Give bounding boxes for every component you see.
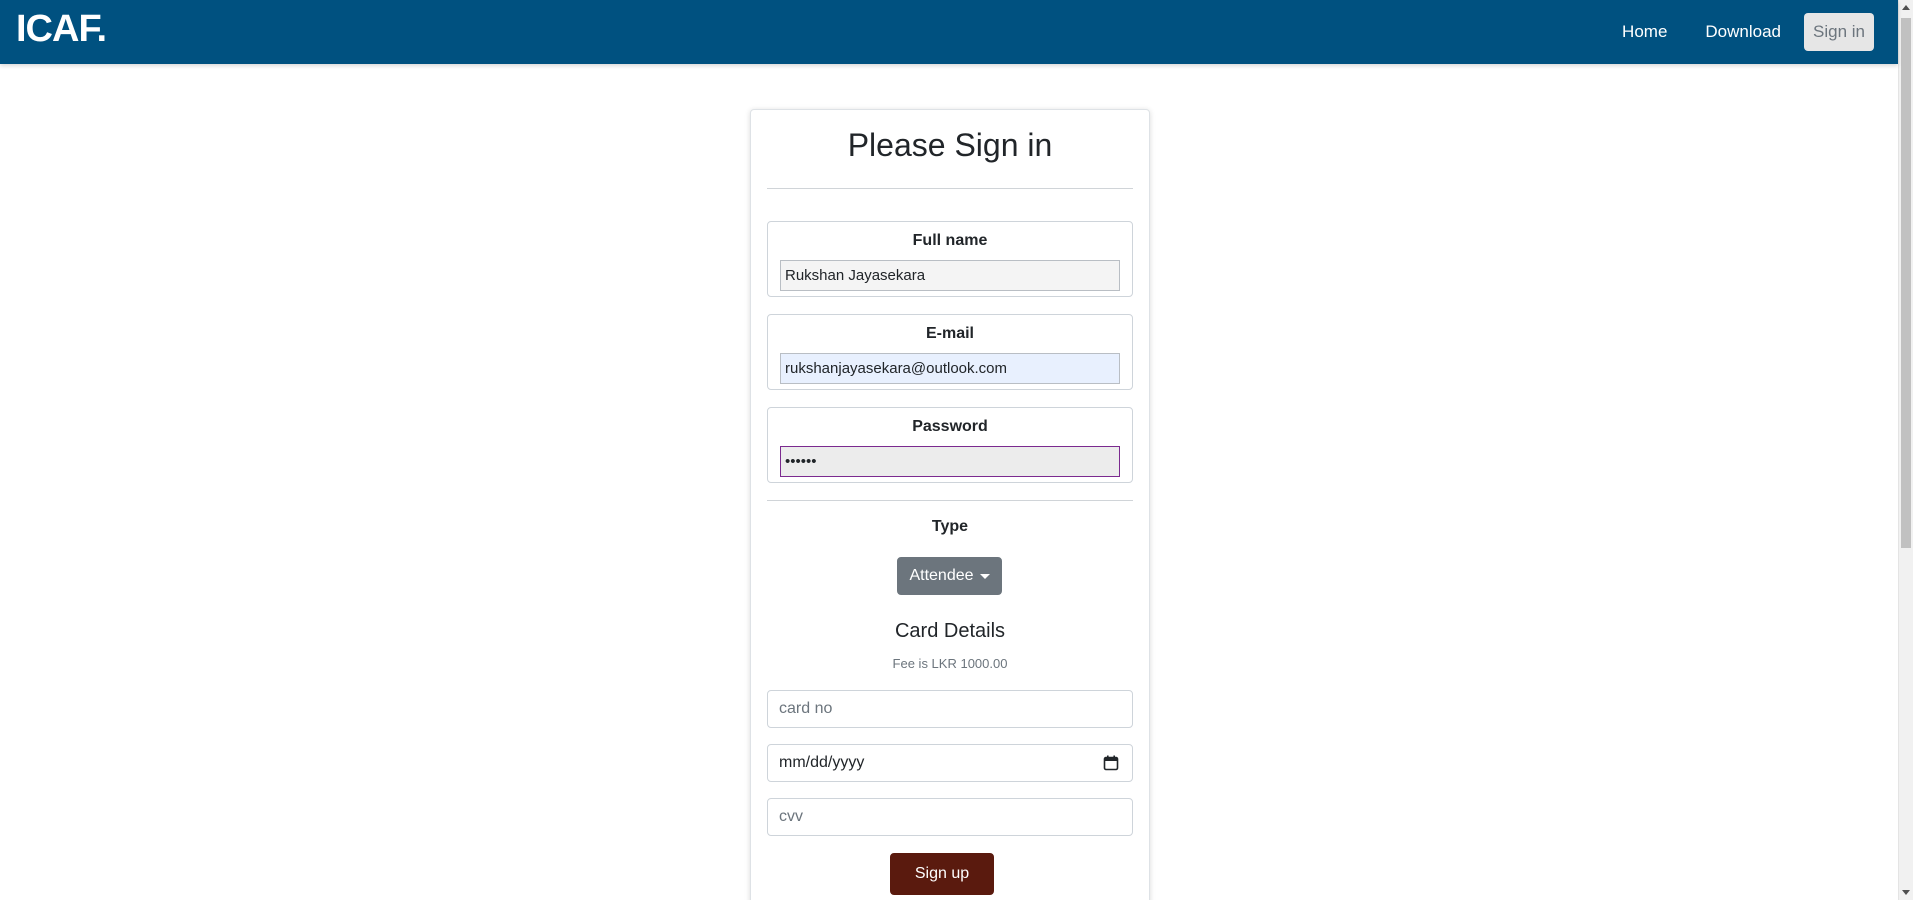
type-dropdown-button[interactable]: Attendee [897,557,1002,595]
full-name-label: Full name [912,232,988,249]
vertical-scrollbar[interactable] [1898,0,1913,900]
page-title: Please Sign in [847,127,1053,163]
nav-link-home[interactable]: Home [1607,13,1682,51]
sign-in-card: Please Sign in Full name E-mail Password… [750,109,1150,900]
fee-note: Fee is LKR 1000.00 [892,656,1008,671]
page: ICAF. Home Download Sign in Please Sign … [0,0,1913,900]
full-name-input[interactable] [780,260,1120,291]
scroll-down-arrow-icon[interactable] [1902,890,1910,895]
password-group: Password [767,407,1133,483]
card-number-input[interactable] [767,690,1133,728]
password-input[interactable] [780,446,1120,477]
nav-link-sign-in[interactable]: Sign in [1804,13,1874,51]
date-placeholder: mm/dd/yyyy [779,754,865,771]
type-label: Type [931,518,969,535]
expiry-date-input[interactable]: mm/dd/yyyy [767,744,1133,782]
divider [767,188,1133,189]
scroll-thumb[interactable] [1901,18,1911,548]
email-group: E-mail [767,314,1133,390]
nav-links: Home Download Sign in [1607,13,1874,51]
scroll-up-arrow-icon[interactable] [1902,5,1910,10]
email-label: E-mail [925,325,974,342]
email-input[interactable] [780,353,1120,384]
calendar-icon[interactable] [1103,755,1119,771]
password-label: Password [912,418,988,435]
full-name-group: Full name [767,221,1133,297]
brand-logo[interactable]: ICAF. [16,8,107,51]
sign-up-button[interactable]: Sign up [890,853,994,895]
divider [767,500,1133,501]
cvv-input[interactable] [767,798,1133,836]
card-details-title: Card Details [894,620,1006,642]
caret-down-icon [979,573,990,579]
type-dropdown-value: Attendee [909,567,974,584]
nav-link-download[interactable]: Download [1690,13,1796,51]
navbar: ICAF. Home Download Sign in [0,0,1898,64]
